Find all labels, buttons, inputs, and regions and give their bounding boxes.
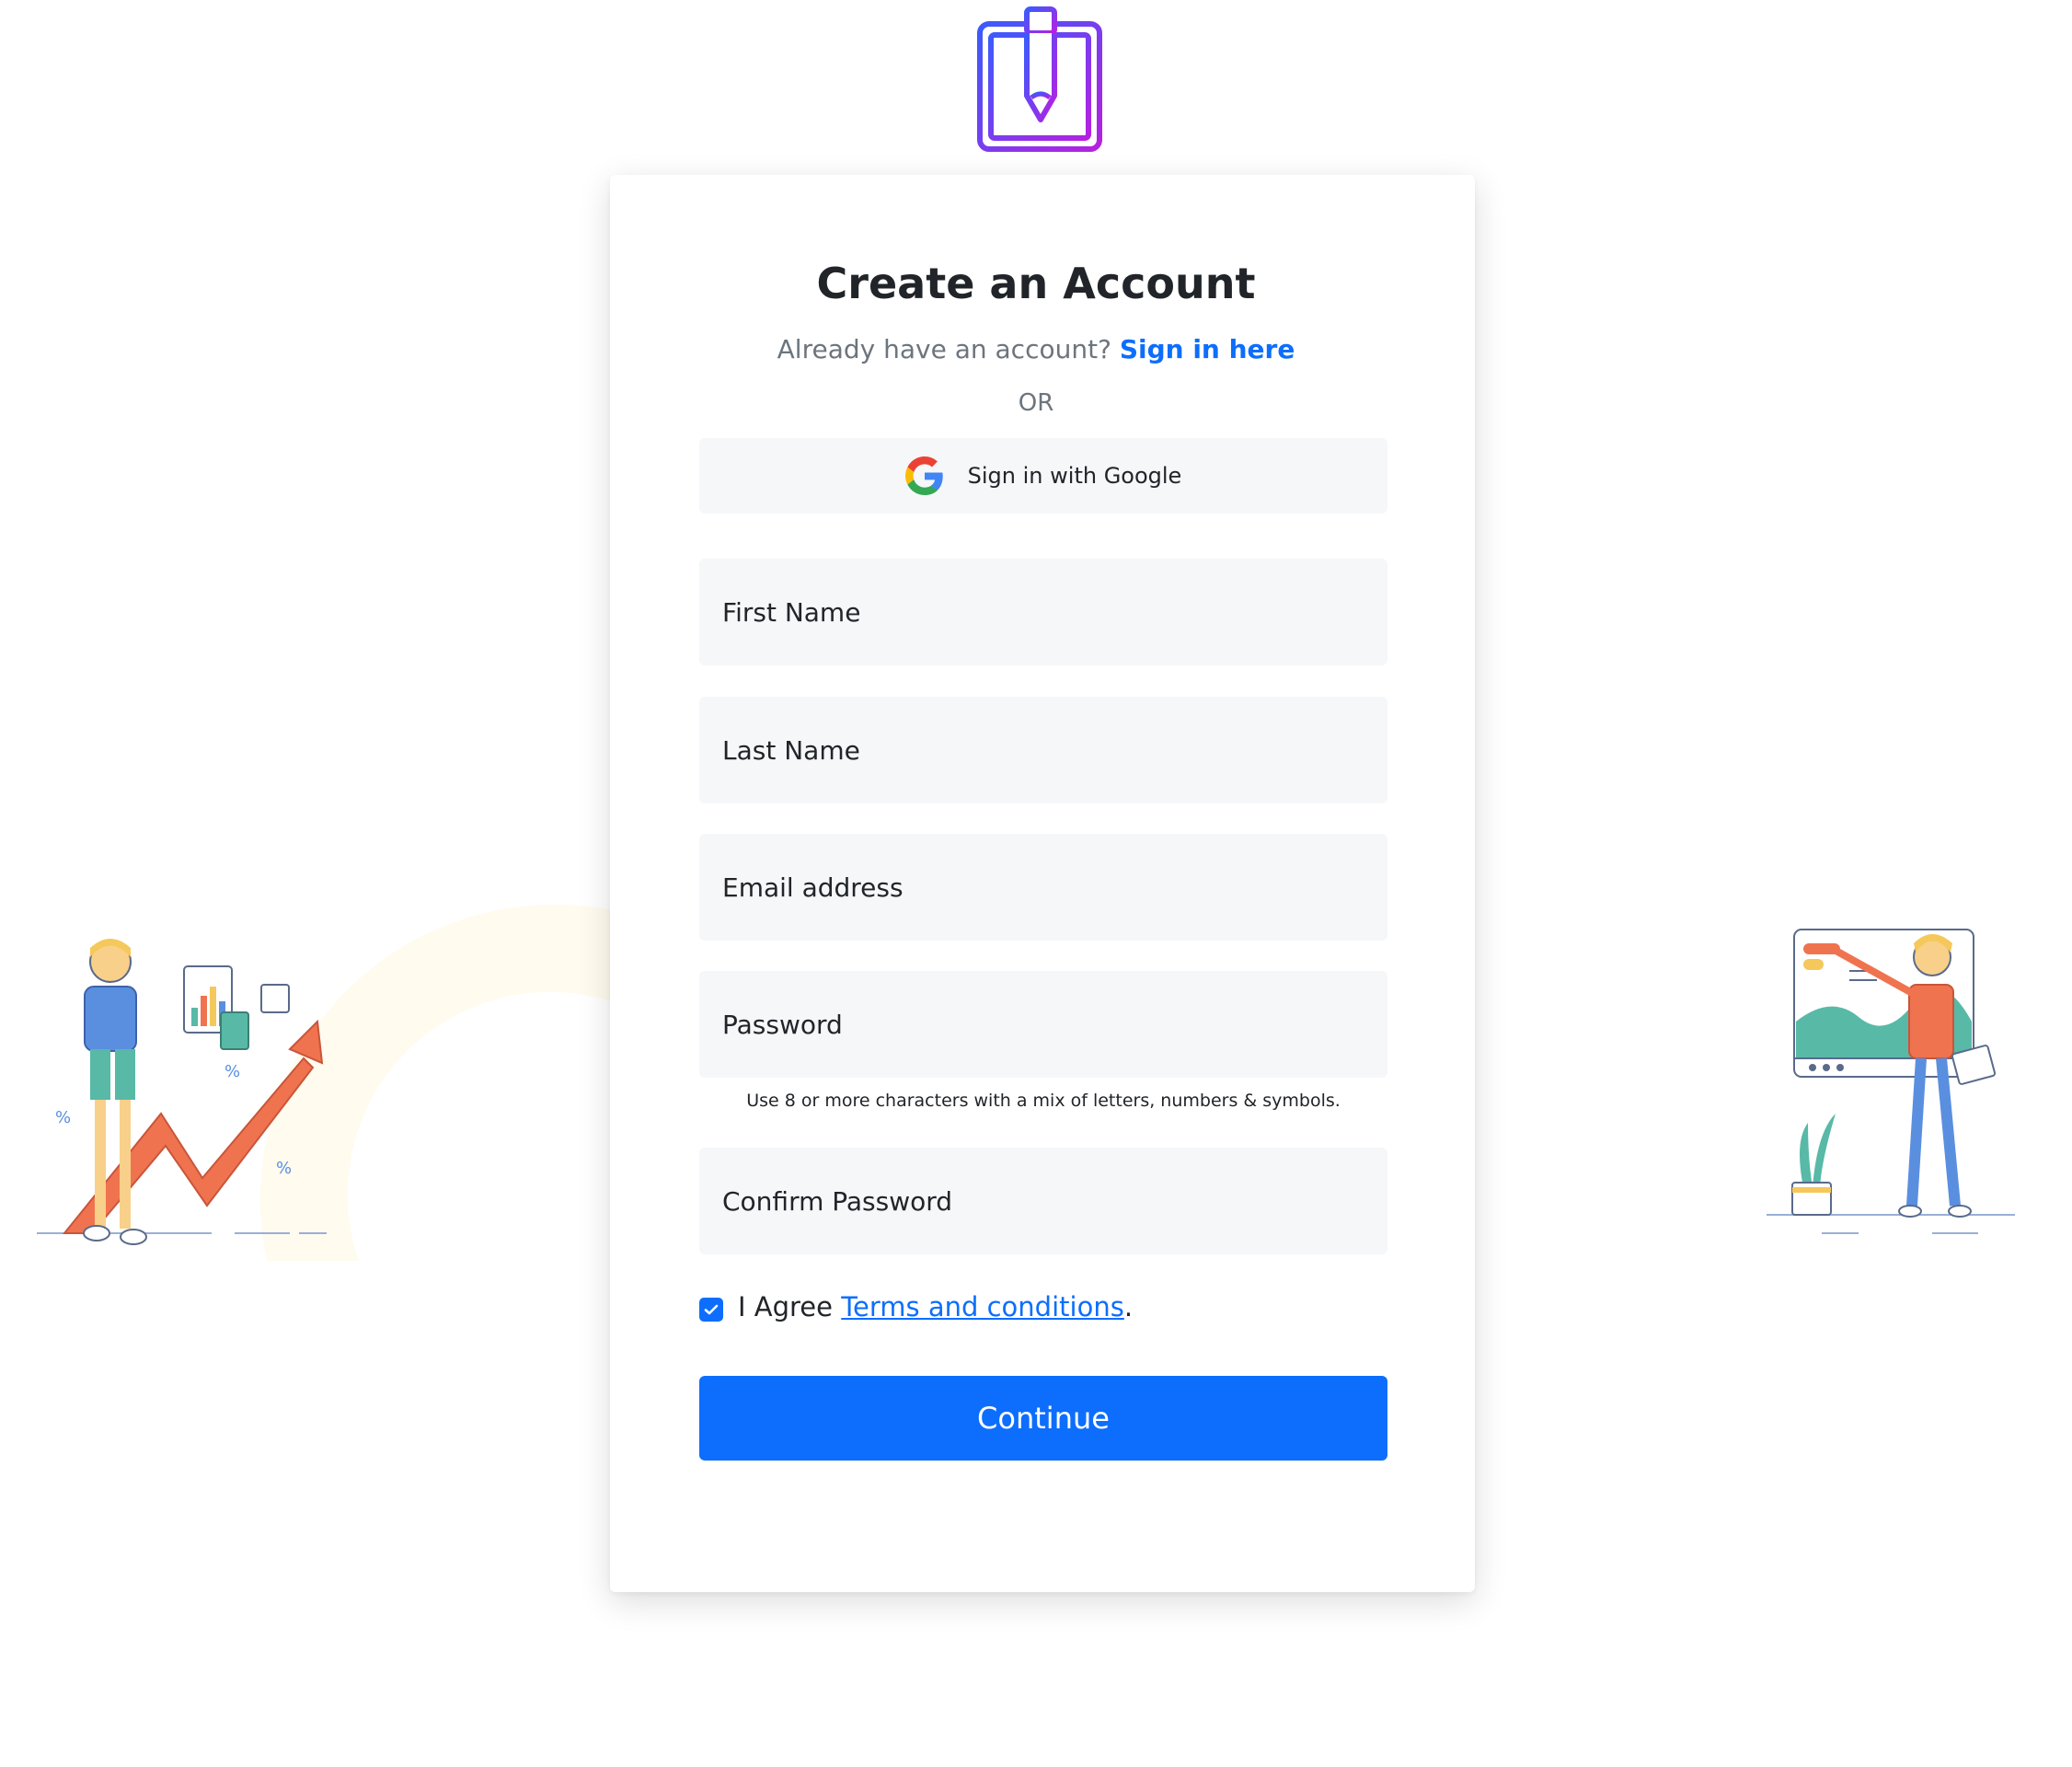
- google-button-label: Sign in with Google: [967, 463, 1182, 489]
- password-hint: Use 8 or more characters with a mix of l…: [746, 1091, 1341, 1111]
- svg-text:%: %: [276, 1159, 292, 1178]
- confirm-password-field[interactable]: Confirm Password: [699, 1148, 1387, 1254]
- svg-text:%: %: [224, 1062, 240, 1081]
- terms-agreement: I Agree Terms and conditions.: [699, 1288, 1133, 1325]
- or-divider: OR: [1018, 389, 1054, 417]
- confirm-password-placeholder: Confirm Password: [722, 1185, 953, 1217]
- svg-text:%: %: [55, 1108, 71, 1127]
- continue-button[interactable]: Continue: [699, 1376, 1387, 1461]
- email-field[interactable]: Email address: [699, 834, 1387, 941]
- first-name-placeholder: First Name: [722, 596, 861, 628]
- agree-label: I Agree: [738, 1291, 833, 1322]
- google-icon: [904, 456, 943, 495]
- first-name-field[interactable]: First Name: [699, 559, 1387, 665]
- terms-link[interactable]: Terms and conditions: [841, 1291, 1124, 1322]
- person-dashboard-illustration: [1767, 929, 2015, 1234]
- email-placeholder: Email address: [722, 872, 904, 903]
- last-name-placeholder: Last Name: [722, 734, 860, 766]
- signin-link[interactable]: Sign in here: [1120, 334, 1295, 364]
- page-title: Create an Account: [816, 259, 1256, 308]
- clipboard-pencil-icon: [977, 6, 1102, 152]
- last-name-field[interactable]: Last Name: [699, 697, 1387, 803]
- signin-prompt: Already have an account? Sign in here: [0, 331, 2072, 368]
- check-icon: [704, 1304, 719, 1315]
- agree-suffix: .: [1123, 1291, 1134, 1322]
- password-placeholder: Password: [722, 1009, 843, 1040]
- google-signin-button[interactable]: Sign in with Google: [699, 438, 1387, 514]
- password-field[interactable]: Password: [699, 971, 1387, 1078]
- person-growth-chart-illustration: % % %: [37, 939, 327, 1245]
- agree-checkbox[interactable]: [699, 1298, 723, 1322]
- signin-prompt-text: Already have an account?: [777, 334, 1111, 364]
